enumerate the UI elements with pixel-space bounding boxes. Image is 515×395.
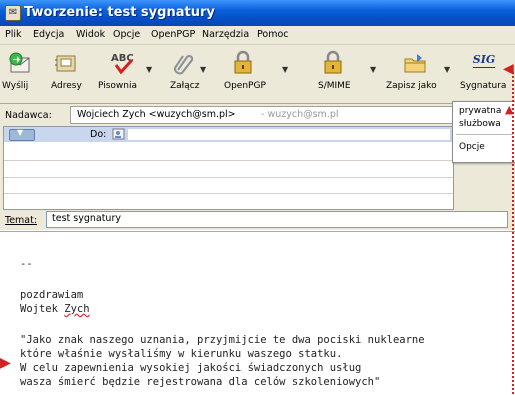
body-line: pozdrawiam [20, 289, 84, 301]
window-title: Tworzenie: test sygnatury [24, 5, 215, 20]
paperclip-icon [174, 55, 194, 75]
row-divider [4, 160, 453, 161]
signature-menu-item-options[interactable]: Opcje [459, 142, 485, 152]
padlock-icon [234, 50, 252, 74]
spellcheck-label: Pisownia [98, 81, 138, 91]
attach-dropdown-icon[interactable]: ▼ [200, 65, 206, 74]
smime-button[interactable]: ▼ S/MIME [292, 45, 382, 101]
to-label: Do: [90, 129, 107, 140]
row-divider [4, 177, 453, 178]
annotation-arrow-icon: ▲ [505, 103, 514, 116]
app-icon: ✉ [5, 5, 21, 21]
signature-icon-text: SIG [472, 53, 496, 66]
openpgp-dropdown-icon[interactable]: ▼ [282, 65, 288, 74]
to-input[interactable] [128, 129, 450, 140]
signature-label: Sygnatura [460, 81, 507, 91]
contact-icon [112, 128, 125, 140]
attach-button[interactable]: ▼ Załącz [156, 45, 210, 101]
signature-icon: SIG [470, 53, 498, 73]
body-line: -- [20, 258, 33, 270]
row-divider [4, 193, 453, 194]
subject-label: Temat: [5, 215, 38, 226]
save-as-label: Zapisz jako [386, 81, 437, 91]
send-icon [9, 52, 30, 73]
menu-bar: Plik Edycja Widok Opcje OpenPGP Narzędzi… [0, 26, 515, 45]
signature-menu-item-private[interactable]: prywatna [459, 106, 501, 116]
menu-openpgp[interactable]: OpenPGP [151, 29, 195, 40]
chevron-down-icon: ▼ [17, 128, 24, 137]
folder-icon [404, 54, 426, 73]
body-line: Wojtek Zych [20, 303, 90, 315]
menu-edycja[interactable]: Edycja [33, 29, 64, 40]
openpgp-button[interactable]: ▼ OpenPGP [210, 45, 292, 101]
address-book-label: Adresy [51, 81, 82, 91]
annotation-arrow-icon: ▶ [0, 355, 11, 371]
menu-separator [456, 134, 513, 135]
message-headers: Nadawca: Wojciech Zych <wuzych@sm.pl> - … [0, 104, 515, 230]
subject-value: test sygnatury [52, 213, 121, 224]
body-line: które właśnie wysłaliśmy w kierunku wasz… [20, 348, 343, 360]
attach-label: Załącz [170, 81, 200, 91]
title-bar[interactable]: ✉ Tworzenie: test sygnatury [0, 0, 515, 27]
recipient-type-select[interactable]: ▼ [9, 128, 35, 141]
smime-dropdown-icon[interactable]: ▼ [370, 65, 376, 74]
from-extra: - wuzych@sm.pl [261, 109, 339, 120]
spellcheck-icon: ABC [111, 53, 134, 75]
menu-narzedzia[interactable]: Narzędzia [202, 29, 249, 40]
menu-widok[interactable]: Widok [76, 29, 105, 40]
body-line: "Jako znak naszego uznania, przyjmijcie … [20, 334, 425, 346]
send-button[interactable]: Wyślij [0, 45, 40, 101]
menu-pomoc[interactable]: Pomoc [257, 29, 289, 40]
from-label: Nadawca: [5, 110, 52, 121]
recipient-row[interactable]: ▼ Do: [4, 127, 453, 142]
annotation-line [512, 72, 514, 394]
from-field[interactable]: Wojciech Zych <wuzych@sm.pl> - wuzych@sm… [70, 106, 454, 124]
save-as-button[interactable]: ▼ Zapisz jako [382, 45, 456, 101]
message-body[interactable]: -- pozdrawiam Wojtek Zych "Jako znak nas… [0, 231, 515, 395]
address-book-icon [55, 55, 76, 72]
send-label: Wyślij [2, 81, 29, 91]
toolbar: Wyślij Adresy ABC ▼ Pisownia ▼ Załącz ▼ … [0, 45, 515, 104]
openpgp-label: OpenPGP [224, 81, 266, 91]
spellcheck-button[interactable]: ABC ▼ Pisownia [92, 45, 156, 101]
address-book-button[interactable]: Adresy [40, 45, 92, 101]
smime-label: S/MIME [318, 81, 351, 91]
signature-menu-item-business[interactable]: służbowa [459, 119, 501, 129]
body-line: W celu zapewnienia wysokiej jakości świa… [20, 362, 362, 374]
subject-input[interactable]: test sygnatury [46, 211, 508, 228]
annotation-arrow-icon: ◀ [503, 61, 514, 77]
recipients-list: ▼ Do: [3, 126, 454, 210]
padlock-icon [324, 50, 342, 74]
spellcheck-dropdown-icon[interactable]: ▼ [146, 65, 152, 74]
from-value: Wojciech Zych <wuzych@sm.pl> [77, 109, 236, 120]
save-as-dropdown-icon[interactable]: ▼ [444, 65, 450, 74]
body-line: wasza śmierć będzie rejestrowana dla cel… [20, 376, 381, 388]
menu-plik[interactable]: Plik [5, 29, 22, 40]
menu-opcje[interactable]: Opcje [113, 29, 140, 40]
